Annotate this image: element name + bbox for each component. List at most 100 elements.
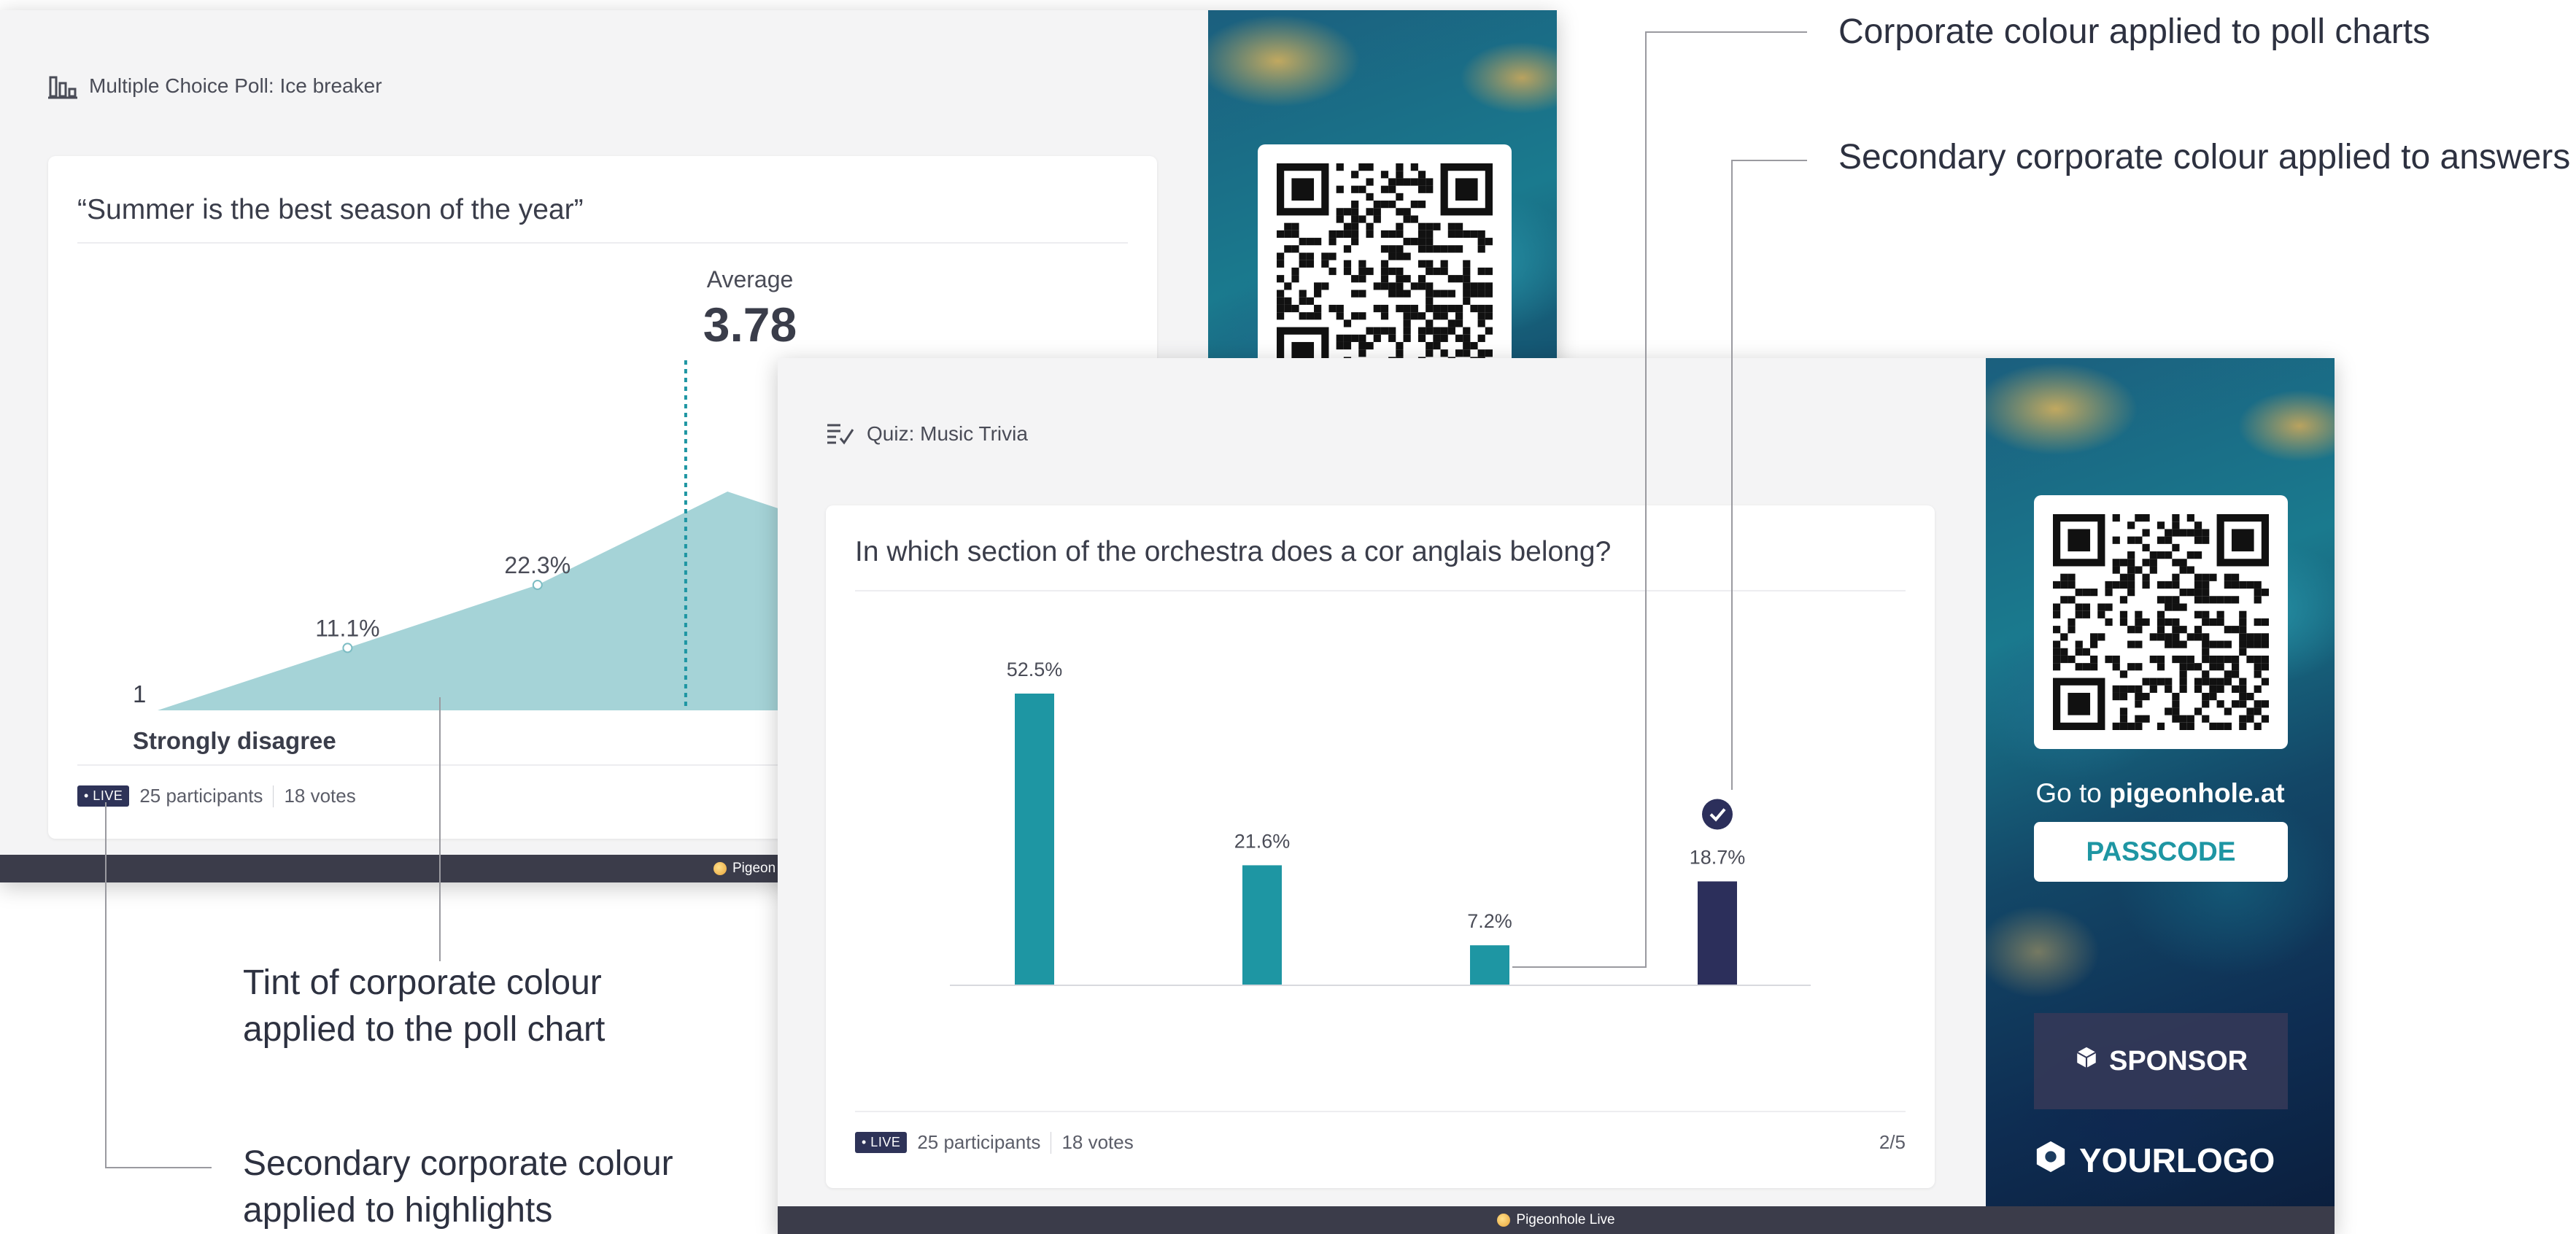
qr-module [1328, 252, 1337, 260]
qr-module [1373, 304, 1381, 313]
qr-module [1388, 267, 1396, 276]
qr-module [2157, 655, 2165, 664]
qr-module [2224, 596, 2232, 604]
qr-module [1396, 282, 1404, 290]
qr-module [2216, 655, 2224, 664]
qr-module [2179, 655, 2187, 664]
qr-module [1343, 230, 1352, 238]
qr-module [1417, 185, 1426, 193]
qr-module [2246, 707, 2254, 715]
qr-module [1426, 304, 1434, 313]
qr-module [2090, 589, 2098, 597]
qr-module [2142, 529, 2150, 537]
qr-module [2053, 640, 2061, 648]
quiz-panel: Quiz: Music Trivia In which section of t… [778, 358, 2335, 1234]
qr-module [1366, 327, 1374, 335]
qr-module [1417, 334, 1426, 342]
qr-module [1284, 304, 1292, 313]
leader-line-secondary-v [1731, 160, 1733, 790]
qr-module [2165, 536, 2173, 544]
pigeonhole-logo-icon [713, 862, 727, 875]
qr-module [2194, 581, 2202, 589]
qr-module [2239, 581, 2247, 589]
qr-module [1343, 341, 1352, 350]
qr-module [1277, 290, 1285, 298]
qr-module [1433, 222, 1441, 230]
qr-module [2231, 700, 2240, 708]
qr-module [1299, 238, 1307, 246]
live-badge: • LIVE [77, 785, 130, 807]
qr-module [2157, 633, 2165, 641]
qr-module [2135, 685, 2143, 693]
qr-module [2068, 573, 2076, 581]
qr-module [1410, 178, 1418, 186]
qr-module [2157, 663, 2165, 671]
qr-module [2135, 722, 2143, 730]
qr-module [2194, 685, 2202, 693]
qr-module [2261, 655, 2269, 664]
qr-module [1396, 290, 1404, 298]
qr-module [1388, 230, 1396, 238]
qr-module [1463, 260, 1471, 268]
axis-start-number: 1 [133, 680, 146, 707]
qr-module [1477, 349, 1485, 357]
qr-module [1426, 341, 1434, 350]
qr-module [1358, 334, 1366, 342]
qr-module [2172, 707, 2180, 715]
qr-module [1440, 334, 1448, 342]
qr-module [1485, 238, 1493, 246]
qr-module [2216, 678, 2224, 686]
qr-module [1291, 230, 1299, 238]
qr-module [2179, 685, 2187, 693]
your-logo-text: YOURLOGO [2079, 1141, 2275, 1179]
qr-module [1380, 312, 1389, 320]
qr-module [1426, 282, 1434, 290]
qr-module [2172, 640, 2180, 648]
qr-module [1388, 178, 1396, 186]
qr-module [1455, 245, 1463, 253]
qr-module [1426, 267, 1434, 276]
qr-module [1306, 312, 1315, 320]
annotation-tint-line1: Tint of corporate colour [243, 963, 602, 1002]
qr-module [1358, 185, 1366, 193]
qr-module [2165, 685, 2173, 693]
qr-module [2261, 633, 2269, 641]
quiz-qr-code[interactable] [2034, 495, 2288, 749]
qr-module [2186, 514, 2194, 522]
qr-module [1447, 327, 1455, 335]
bar-brass [1015, 694, 1054, 985]
qr-module [1351, 275, 1359, 283]
qr-module [2209, 618, 2217, 626]
qr-module [1373, 208, 1381, 216]
qr-module [1380, 185, 1389, 193]
qr-module [2165, 707, 2173, 715]
qr-module [2119, 596, 2128, 604]
qr-module [1291, 304, 1299, 313]
qr-module [1440, 312, 1448, 320]
qr-module [2165, 529, 2173, 537]
qr-module [2127, 663, 2135, 671]
qr-module [1403, 275, 1411, 283]
qr-module [1470, 341, 1478, 350]
qr-module [2172, 514, 2180, 522]
qr-module [2261, 589, 2269, 597]
qr-module [1455, 222, 1463, 230]
qr-finder-inner [1291, 178, 1315, 201]
participants-count: 25 participants [139, 785, 263, 807]
qr-module [2075, 589, 2083, 597]
live-badge: • LIVE [855, 1132, 908, 1153]
qr-module [1277, 252, 1285, 260]
qr-module [2157, 678, 2165, 686]
qr-module [2112, 685, 2120, 693]
qr-module [2119, 707, 2128, 715]
qr-module [1470, 282, 1478, 290]
qr-module [2224, 722, 2232, 730]
qr-module [1358, 349, 1366, 357]
qr-module [2142, 581, 2150, 589]
qr-module [1396, 208, 1404, 216]
goto-site[interactable]: pigeonhole.at [2109, 778, 2285, 808]
qr-module [1426, 349, 1434, 357]
qr-module [2127, 559, 2135, 567]
qr-module [1440, 267, 1448, 276]
qr-module [2097, 603, 2105, 611]
